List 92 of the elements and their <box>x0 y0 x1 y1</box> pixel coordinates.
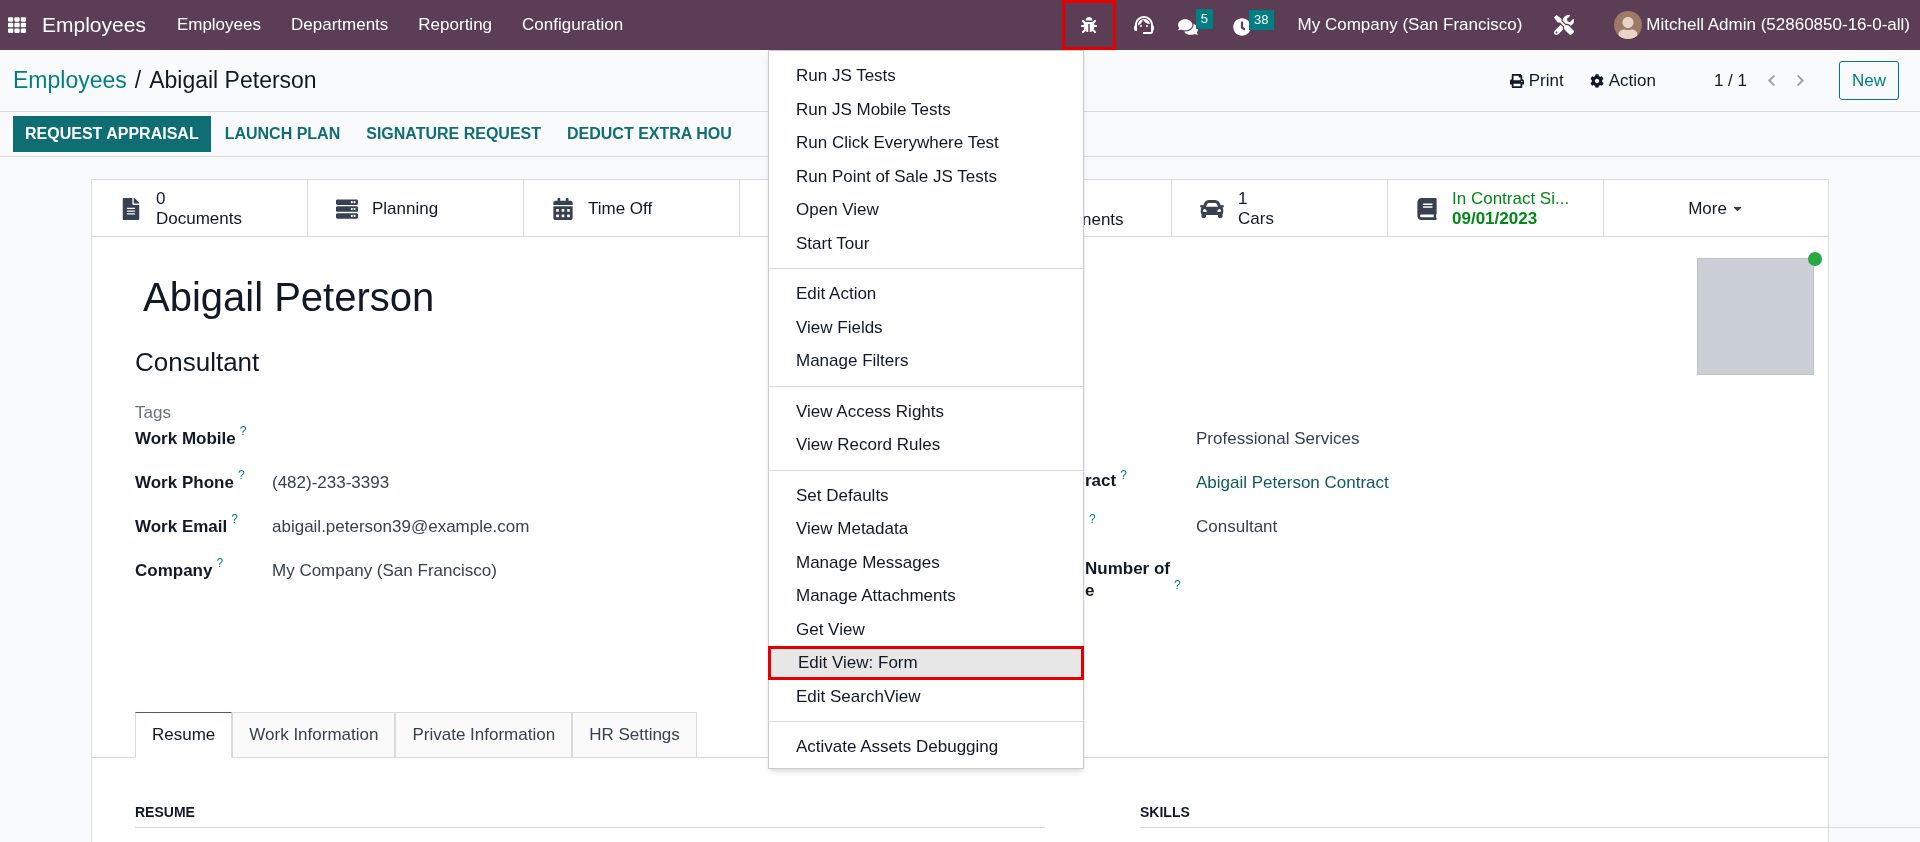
employee-name: Abigail Peterson <box>143 274 435 321</box>
menu-item[interactable]: Departments <box>276 12 404 38</box>
user-avatar[interactable] <box>1614 11 1643 39</box>
stacked-bars-icon <box>336 197 358 220</box>
stat-button[interactable]: In Contract Si... 09/01/2023 <box>1388 180 1604 237</box>
app-name[interactable]: Employees <box>42 9 146 41</box>
form-tab[interactable]: Resume <box>135 711 233 758</box>
stat-label: 0 <box>156 188 167 209</box>
new-button[interactable]: New <box>1839 60 1899 101</box>
stat-label: 09/01/2023 <box>1452 208 1539 229</box>
stat-label: Time Off <box>588 198 653 219</box>
stat-label: In Contract Si... <box>1452 188 1570 209</box>
more-button[interactable]: More <box>1604 180 1828 237</box>
dropdown-item[interactable]: View Fields <box>769 310 1083 344</box>
book-icon <box>1416 197 1438 220</box>
field-label: Work Phone <box>135 471 234 494</box>
field-label: Work Email <box>135 515 228 538</box>
dropdown-item[interactable]: Set Defaults <box>769 478 1083 512</box>
contract-link[interactable]: Abigail Peterson Contract <box>1196 469 1389 495</box>
pager: 1 / 1 <box>1713 69 1747 92</box>
action-button[interactable]: LAUNCH PLAN <box>212 116 353 152</box>
breadcrumb-link[interactable]: Employees <box>13 63 127 98</box>
help-icon[interactable]: ? <box>1120 465 1127 484</box>
field-value: (482)-233-3393 <box>272 471 390 494</box>
activity-count-badge: 38 <box>1249 10 1274 30</box>
printer-icon <box>1509 73 1524 88</box>
field-label: ract <box>1085 469 1117 492</box>
form-tab[interactable]: Private Information <box>395 711 573 758</box>
dropdown-item[interactable]: Run Click Everywhere Test <box>769 126 1083 160</box>
action-button[interactable]: SIGNATURE REQUEST <box>354 116 554 152</box>
action-button[interactable]: REQUEST APPRAISAL <box>13 116 211 152</box>
stat-button[interactable]: 0 Documents <box>92 180 308 237</box>
action-button[interactable]: Action <box>1589 67 1656 94</box>
field-label: Company <box>135 559 213 582</box>
debug-button[interactable] <box>1061 0 1116 50</box>
stat-button[interactable]: 1 Cars <box>1172 180 1388 237</box>
dropdown-item[interactable]: Manage Filters <box>769 344 1083 378</box>
field-label: Number of e <box>1085 557 1170 602</box>
dropdown-item[interactable]: Edit Action <box>769 277 1083 311</box>
help-icon[interactable]: ? <box>1174 575 1181 594</box>
bug-icon <box>1080 17 1097 33</box>
stat-label: 1 <box>1238 188 1249 209</box>
stat-button[interactable]: Time Off <box>524 180 740 237</box>
section-heading: SKILLS <box>1140 801 1920 828</box>
stat-button[interactable]: Planning <box>308 180 524 237</box>
help-icon[interactable]: ? <box>231 509 238 528</box>
dropdown-item[interactable]: View Record Rules <box>769 428 1083 462</box>
calendar-icon <box>552 197 574 220</box>
menu-item[interactable]: Reporting <box>403 12 508 38</box>
dropdown-item[interactable]: Activate Assets Debugging <box>769 730 1083 764</box>
company-switcher[interactable]: My Company (San Francisco) <box>1297 12 1523 38</box>
dropdown-item[interactable]: View Access Rights <box>769 394 1083 428</box>
field-label: Work Mobile <box>135 427 236 450</box>
stat-label: Planning <box>372 198 439 219</box>
dropdown-item[interactable]: Run Point of Sale JS Tests <box>769 159 1083 193</box>
stat-label: Documents <box>156 208 242 229</box>
dropdown-item[interactable]: Edit View: Form <box>768 646 1084 680</box>
breadcrumb-current: Abigail Peterson <box>149 66 317 96</box>
chat-icon[interactable] <box>1177 17 1198 37</box>
field-value: abigail.peterson39@example.com <box>272 515 530 538</box>
menu-item[interactable]: Configuration <box>507 12 639 38</box>
dropdown-item[interactable]: Open View <box>769 193 1083 227</box>
apps-menu-icon[interactable] <box>8 16 26 34</box>
help-icon[interactable]: ? <box>1089 509 1096 528</box>
help-icon[interactable]: ? <box>216 553 224 572</box>
dropdown-item[interactable]: Manage Attachments <box>769 579 1083 613</box>
dropdown-item[interactable]: Get View <box>769 612 1083 646</box>
stat-label: Cars <box>1238 208 1274 229</box>
tools-icon[interactable] <box>1554 15 1575 35</box>
dropdown-item[interactable]: Manage Messages <box>769 545 1083 579</box>
field-value: My Company (San Francisco) <box>272 559 497 582</box>
user-menu[interactable]: Mitchell Admin (52860850-16-0-all) <box>1646 12 1910 38</box>
dropdown-item[interactable]: Start Tour <box>769 226 1083 260</box>
action-button[interactable]: DEDUCT EXTRA HOU <box>555 116 744 152</box>
gear-icon <box>1589 73 1604 88</box>
field-value: Professional Services <box>1196 427 1360 450</box>
field-value: Consultant <box>1196 515 1278 538</box>
form-tab[interactable]: Work Information <box>232 711 396 758</box>
help-icon[interactable]: ? <box>237 465 245 484</box>
document-icon <box>120 197 142 220</box>
chat-count-badge: 5 <box>1195 9 1214 29</box>
form-tab[interactable]: HR Settings <box>572 711 697 758</box>
menu-item[interactable]: Employees <box>161 12 276 38</box>
dropdown-item[interactable]: Run JS Mobile Tests <box>769 92 1083 126</box>
dropdown-item[interactable]: Edit SearchView <box>769 679 1083 713</box>
dropdown-item[interactable]: View Metadata <box>769 512 1083 546</box>
print-button[interactable]: Print <box>1509 67 1564 94</box>
dropdown-item[interactable]: Run JS Tests <box>769 59 1083 93</box>
breadcrumb-separator: / <box>134 66 142 96</box>
job-title: Consultant <box>135 346 260 379</box>
section-heading: RESUME <box>135 801 1045 828</box>
clock-icon[interactable] <box>1233 18 1252 36</box>
